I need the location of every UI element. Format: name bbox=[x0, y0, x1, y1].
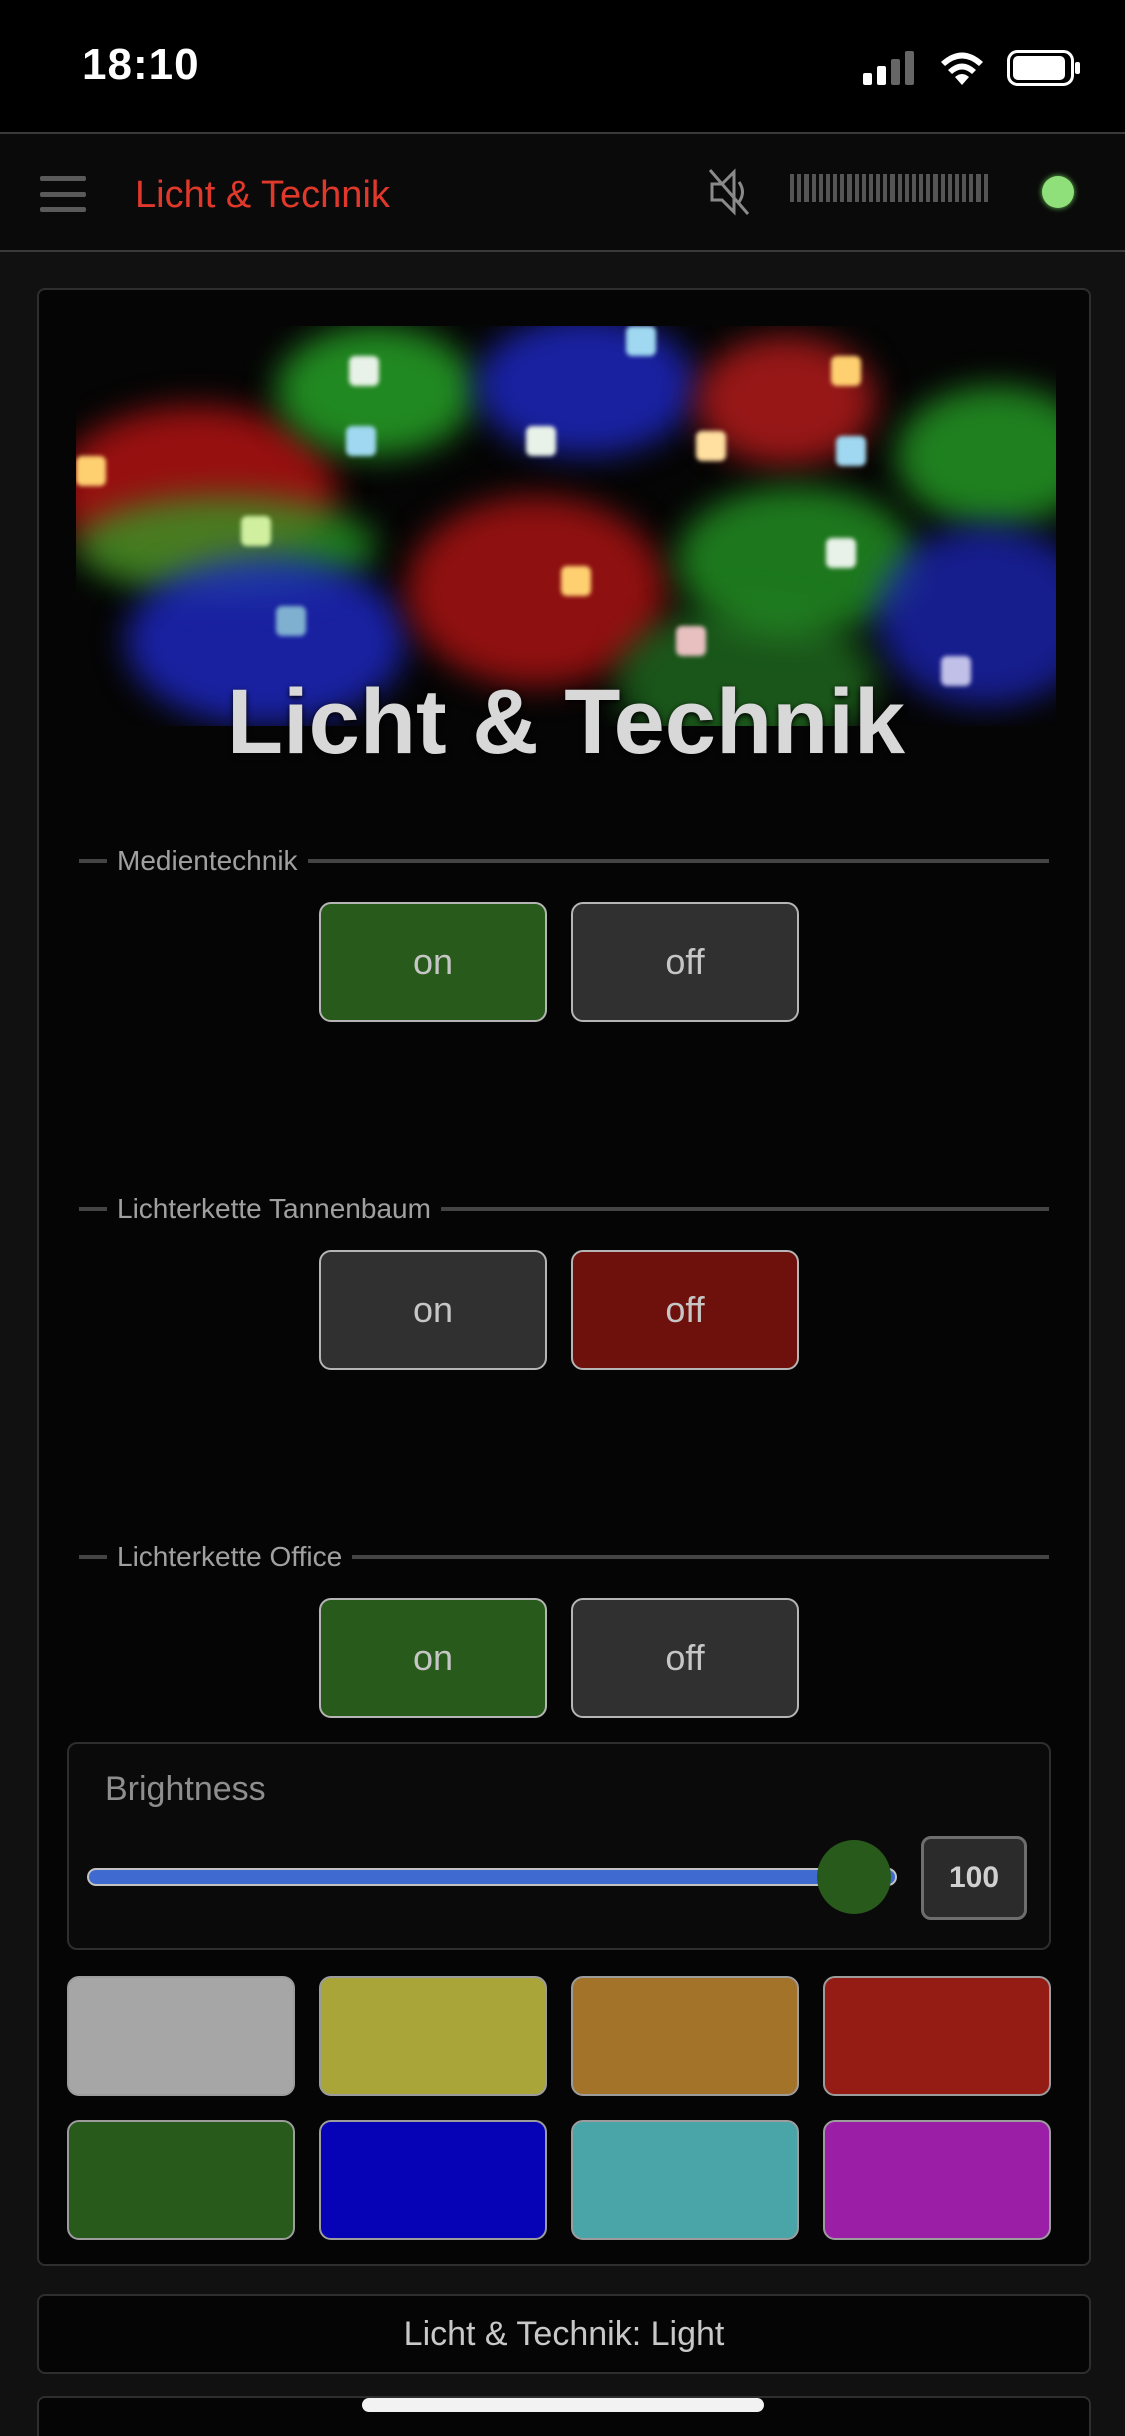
section-label-text: Medientechnik bbox=[117, 845, 298, 876]
color-swatch[interactable] bbox=[319, 2120, 547, 2240]
speaker-muted-icon[interactable] bbox=[706, 162, 752, 222]
color-swatch[interactable] bbox=[823, 1976, 1051, 2096]
color-swatch[interactable] bbox=[319, 1976, 547, 2096]
main-card: Licht & Technik Medientechnik on off Lic… bbox=[37, 288, 1091, 2266]
color-swatch[interactable] bbox=[571, 1976, 799, 2096]
connection-status-indicator bbox=[1042, 176, 1074, 208]
battery-icon bbox=[1007, 50, 1080, 86]
color-swatch[interactable] bbox=[67, 1976, 295, 2096]
app-title: Licht & Technik bbox=[135, 174, 390, 216]
section-label-text: Lichterkette Tannenbaum bbox=[117, 1193, 431, 1224]
color-swatch[interactable] bbox=[67, 2120, 295, 2240]
medientechnik-on-button[interactable]: on bbox=[319, 902, 547, 1022]
section-label-medientechnik: Medientechnik bbox=[79, 845, 1049, 876]
wifi-icon bbox=[941, 52, 983, 85]
hero-title: Licht & Technik bbox=[226, 671, 906, 773]
color-swatch[interactable] bbox=[571, 2120, 799, 2240]
tannenbaum-on-button[interactable]: on bbox=[319, 1250, 547, 1370]
home-indicator bbox=[362, 2398, 764, 2412]
status-bar: 18:10 bbox=[0, 0, 1125, 132]
footer-bar[interactable]: Licht & Technik: Light bbox=[37, 2294, 1091, 2374]
brightness-value-field[interactable]: 100 bbox=[921, 1836, 1027, 1920]
hamburger-menu-icon[interactable] bbox=[40, 176, 86, 212]
office-on-button[interactable]: on bbox=[319, 1598, 547, 1718]
brightness-control: Brightness 100 bbox=[67, 1742, 1051, 1950]
color-swatch[interactable] bbox=[823, 2120, 1051, 2240]
office-off-button[interactable]: off bbox=[571, 1598, 799, 1718]
medientechnik-off-button[interactable]: off bbox=[571, 902, 799, 1022]
app-header: Licht & Technik bbox=[0, 132, 1125, 252]
status-time: 18:10 bbox=[82, 40, 200, 89]
section-label-lichterkette-tannenbaum: Lichterkette Tannenbaum bbox=[79, 1193, 1049, 1224]
brightness-slider-thumb[interactable] bbox=[817, 1840, 891, 1914]
section-label-text: Lichterkette Office bbox=[117, 1541, 343, 1572]
tannenbaum-off-button[interactable]: off bbox=[571, 1250, 799, 1370]
brightness-label: Brightness bbox=[105, 1770, 266, 1808]
volume-level-meter bbox=[790, 174, 988, 202]
section-label-lichterkette-office: Lichterkette Office bbox=[79, 1541, 1049, 1572]
signal-icon bbox=[863, 51, 914, 85]
brightness-slider-track[interactable] bbox=[87, 1868, 897, 1886]
rgb-led-strip-image bbox=[76, 326, 1056, 726]
status-icons bbox=[863, 50, 1081, 86]
